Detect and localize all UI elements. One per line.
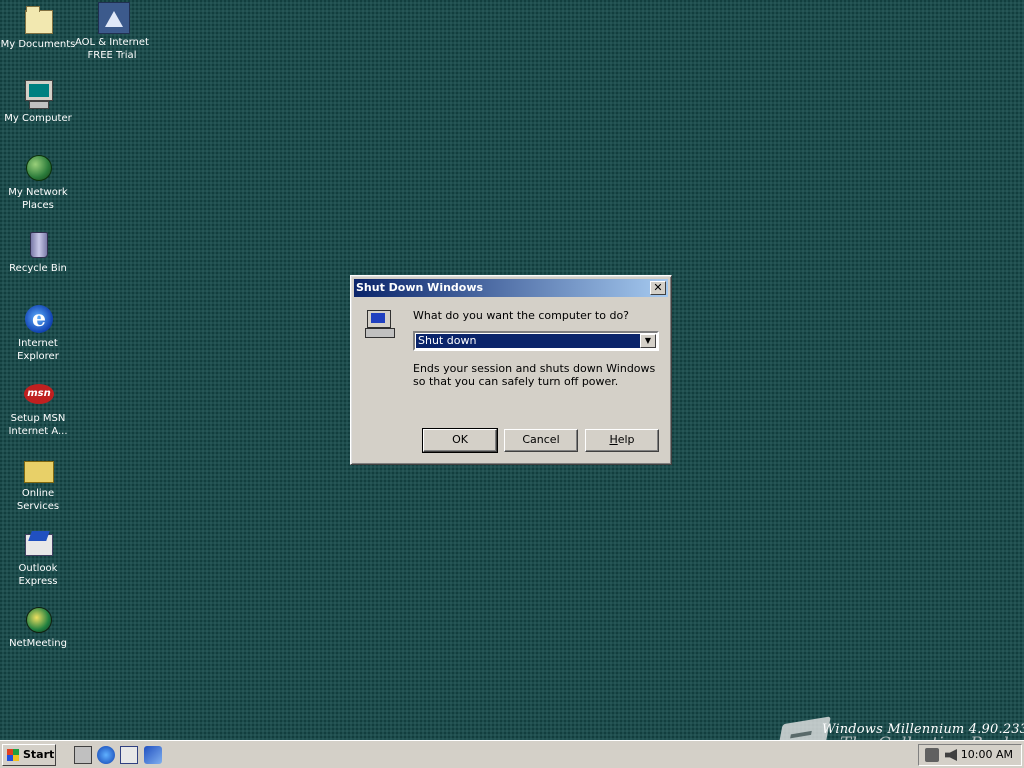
computer-icon	[365, 308, 395, 340]
my-documents-icon	[22, 4, 54, 36]
cancel-button[interactable]: Cancel	[504, 429, 578, 452]
desktop-icon-internet-explorer[interactable]: e Internet Explorer	[0, 303, 76, 363]
folder-icon	[22, 453, 54, 485]
desktop-icon-recycle-bin[interactable]: Recycle Bin	[0, 228, 76, 275]
desktop-icon-label: My Documents	[0, 39, 76, 50]
outlook-express-icon	[22, 528, 54, 560]
shutdown-option-select[interactable]: Shut down ▼	[413, 331, 659, 351]
help-button[interactable]: Help	[585, 429, 659, 452]
network-tray-icon[interactable]	[925, 748, 939, 762]
dialog-title-bar[interactable]: Shut Down Windows ✕	[354, 279, 668, 297]
desktop-icon-label: Setup MSN Internet A...	[8, 413, 68, 437]
show-desktop-icon[interactable]	[74, 746, 92, 764]
desktop-icon-outlook-express[interactable]: Outlook Express	[0, 528, 76, 588]
windows-logo-icon	[7, 749, 19, 761]
desktop-icon-aol[interactable]: AOL & Internet FREE Trial	[74, 2, 150, 62]
desktop-icon-label: Outlook Express	[18, 563, 58, 587]
shut-down-dialog: Shut Down Windows ✕ What do you want the…	[350, 275, 672, 465]
desktop-icon-label: Recycle Bin	[9, 263, 67, 274]
question-label: What do you want the computer to do?	[413, 309, 630, 322]
aol-icon	[96, 2, 130, 34]
desktop-icon-label: AOL & Internet FREE Trial	[75, 37, 149, 61]
desktop: My Documents AOL & Internet FREE Trial M…	[0, 0, 1024, 740]
desktop-icon-label: Internet Explorer	[17, 338, 59, 362]
volume-icon[interactable]	[945, 749, 957, 761]
internet-explorer-icon: e	[22, 303, 54, 335]
dialog-title: Shut Down Windows	[356, 281, 484, 294]
desktop-icon-label: My Computer	[4, 113, 72, 124]
desktop-icon-label: My Network Places	[8, 187, 68, 211]
help-label-rest: elp	[617, 433, 635, 446]
help-accelerator: H	[609, 433, 618, 446]
desktop-icon-netmeeting[interactable]: NetMeeting	[0, 603, 76, 650]
chevron-down-icon[interactable]: ▼	[640, 334, 656, 348]
desktop-icon-my-documents[interactable]: My Documents	[0, 4, 76, 51]
option-description: Ends your session and shuts down Windows…	[413, 362, 656, 388]
desktop-icon-online-services[interactable]: Online Services	[0, 453, 76, 513]
desktop-icon-label: Online Services	[16, 488, 60, 512]
desktop-icon-network-places[interactable]: My Network Places	[0, 152, 76, 212]
desktop-icon-msn-setup[interactable]: msn Setup MSN Internet A...	[0, 378, 76, 438]
start-label: Start	[23, 748, 55, 761]
start-button[interactable]: Start	[2, 744, 56, 766]
msn-icon: msn	[22, 378, 54, 410]
clock[interactable]: 10:00 AM	[961, 745, 1013, 765]
desktop-icon-my-computer[interactable]: My Computer	[0, 78, 76, 125]
recycle-bin-icon	[22, 228, 54, 260]
desktop-icon-label: NetMeeting	[9, 638, 67, 649]
taskbar: Start 10:00 AM	[0, 740, 1024, 768]
media-player-icon[interactable]	[144, 746, 162, 764]
system-tray: 10:00 AM	[918, 744, 1022, 766]
selected-option[interactable]: Shut down	[415, 333, 643, 349]
ok-button[interactable]: OK	[422, 428, 498, 453]
netmeeting-icon	[22, 603, 54, 635]
network-places-icon	[22, 152, 54, 184]
my-computer-icon	[22, 78, 54, 110]
internet-explorer-icon[interactable]	[97, 746, 115, 764]
close-button[interactable]: ✕	[650, 281, 666, 295]
outlook-express-icon[interactable]	[120, 746, 138, 764]
